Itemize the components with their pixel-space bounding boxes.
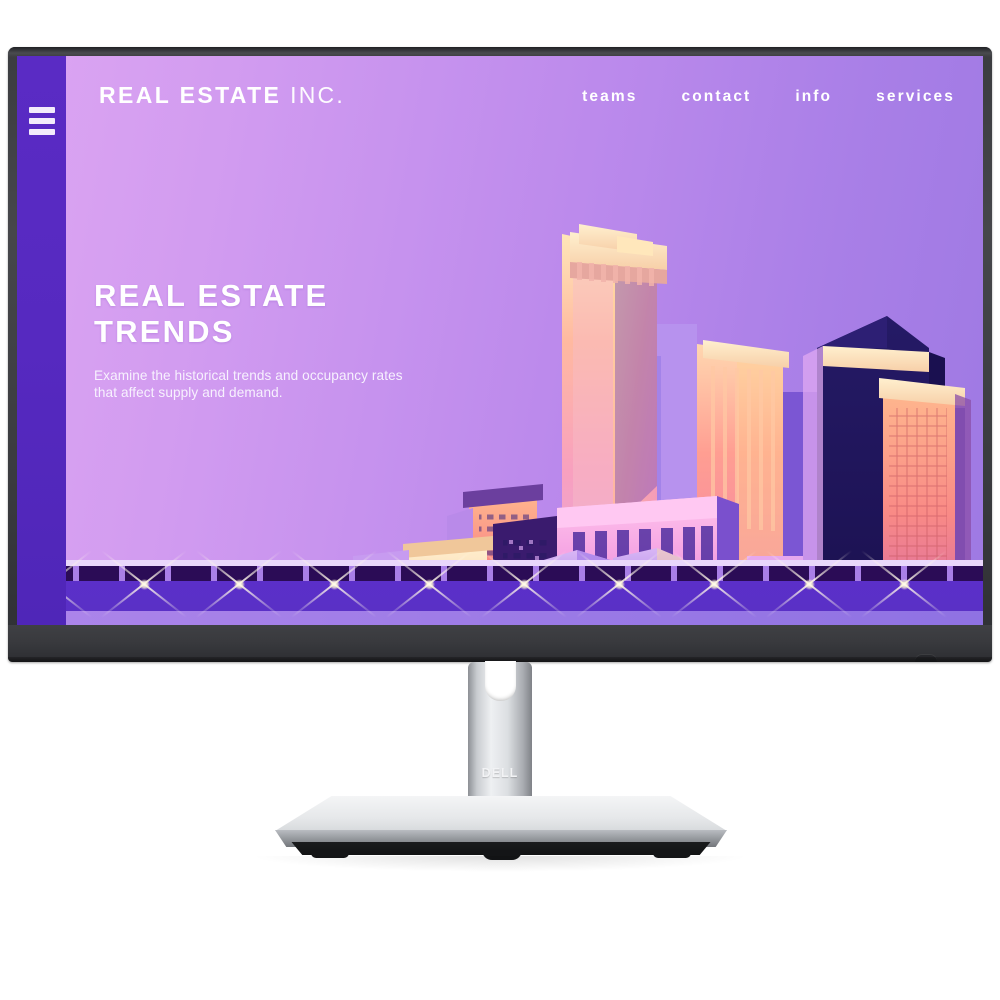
hero-subtext: Examine the historical trends and occupa… [94,367,403,400]
nav-item-services[interactable]: services [876,88,955,106]
rail-tick [901,566,907,581]
rail-tick [533,566,539,581]
site-header: REAL ESTATE INC. teams contact info serv… [66,56,983,156]
brand-secondary: INC. [290,82,345,108]
rail-tick [625,566,631,581]
ground-foreground-strip [17,611,983,625]
rail-tick [947,566,953,581]
ground-body [17,581,983,611]
nav-item-teams[interactable]: teams [582,88,637,106]
screenshot-scene: REAL ESTATE INC. teams contact info serv… [0,0,1000,1000]
rail-tick [349,566,355,581]
nav-item-info[interactable]: info [795,88,832,106]
rail-tick [303,566,309,581]
dell-logo: DELL [481,766,519,780]
power-indicator-notch [915,654,937,662]
hamburger-bar [29,118,55,124]
monitor-screen: REAL ESTATE INC. teams contact info serv… [17,56,983,625]
rail-tick [165,566,171,581]
ground-band [17,549,983,625]
rail-tick [119,566,125,581]
hamburger-bar [29,107,55,113]
dell-monitor: REAL ESTATE INC. teams contact info serv… [8,47,992,662]
floor-shadow [250,856,750,872]
website-page: REAL ESTATE INC. teams contact info serv… [17,56,983,625]
hero-headline: REAL ESTATE TRENDS [94,278,329,350]
cable-management-hole [484,661,516,701]
rail-tick [717,566,723,581]
ground-rail [17,566,983,581]
sidebar-rail [17,56,66,625]
monitor-bottom-bezel [8,625,992,662]
rail-tick [763,566,769,581]
monitor-stand-neck: DELL [468,661,532,816]
monitor-stand-base [275,796,727,860]
rail-tick [211,566,217,581]
rail-tick [441,566,447,581]
main-navigation: teams contact info services [582,88,955,106]
brand-primary: REAL ESTATE [99,82,282,108]
rail-tick [73,566,79,581]
hamburger-menu-icon[interactable] [29,107,55,135]
rail-tick [257,566,263,581]
rail-tick [855,566,861,581]
rail-tick [395,566,401,581]
rail-tick [487,566,493,581]
rail-tick [579,566,585,581]
site-logo[interactable]: REAL ESTATE INC. [99,82,345,109]
rail-tick [671,566,677,581]
hero-section: REAL ESTATE TRENDS Examine the historica… [94,278,444,401]
nav-item-contact[interactable]: contact [681,88,751,106]
hamburger-bar [29,129,55,135]
rail-tick [809,566,815,581]
